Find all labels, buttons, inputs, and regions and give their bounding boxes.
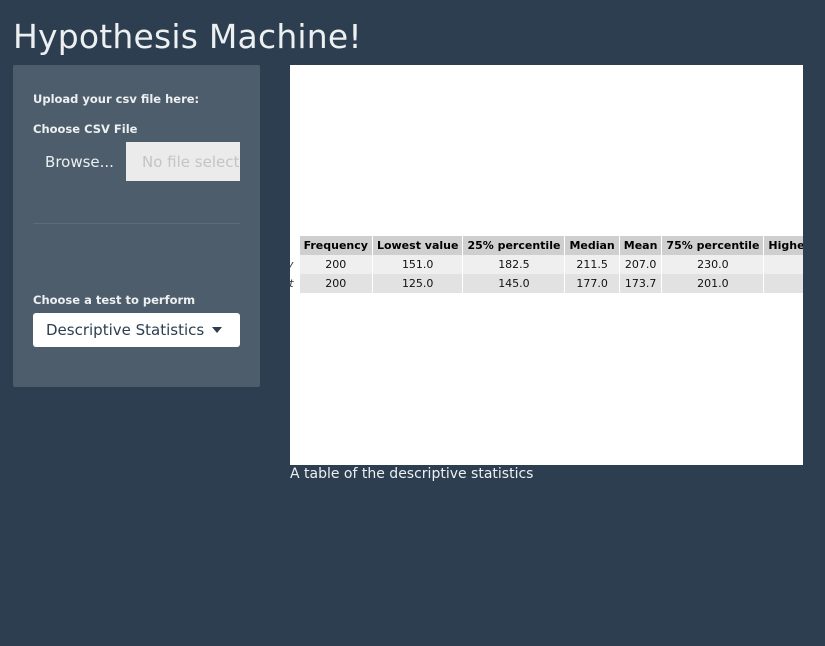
column-header: Frequency (299, 236, 373, 255)
column-header: Mean (619, 236, 663, 255)
descriptive-stats-table: Frequency Lowest value 25% percentile Me… (290, 236, 803, 293)
table-cell: 125.0 (372, 274, 464, 293)
table-caption: A table of the descriptive statistics (290, 466, 534, 482)
table-cell: 207.0 (619, 255, 663, 274)
file-name-field[interactable]: No file selected (126, 142, 240, 181)
table-row: Night 200 125.0 145.0 177.0 173.7 201.0 (290, 274, 803, 293)
table-panel: Frequency Lowest value 25% percentile Me… (290, 65, 803, 465)
table-cell: 182.5 (462, 255, 566, 274)
column-header: Median (564, 236, 620, 255)
upload-heading: Upload your csv file here: (33, 92, 200, 106)
table-cell: 200 (299, 255, 373, 274)
file-input-label: Choose CSV File (33, 122, 138, 136)
column-header: Lowest value (372, 236, 464, 255)
table-cell: 230.0 (661, 255, 765, 274)
test-select-label: Choose a test to perform (33, 293, 196, 307)
app-title: Hypothesis Machine! (13, 17, 362, 56)
column-header: Highest value (763, 236, 803, 255)
caret-down-icon (212, 327, 222, 333)
column-header: 75% percentile (661, 236, 765, 255)
sidebar-panel: Upload your csv file here: Choose CSV Fi… (13, 65, 260, 387)
table-cell: 200 (299, 274, 373, 293)
table-cell: 177.0 (564, 274, 620, 293)
row-label: Day (290, 255, 300, 274)
table-corner (290, 236, 300, 255)
test-select[interactable]: Descriptive Statistics (33, 313, 240, 347)
table-cell: 151.0 (372, 255, 464, 274)
table-cell: 145.0 (462, 274, 566, 293)
browse-button[interactable]: Browse... (33, 142, 126, 181)
table-header-row: Frequency Lowest value 25% percentile Me… (290, 236, 803, 255)
test-select-value: Descriptive Statistics (46, 321, 205, 339)
table-cell: 201.0 (661, 274, 765, 293)
row-label: Night (290, 274, 300, 293)
column-header: 25% percentile (462, 236, 566, 255)
table-cell (763, 255, 803, 274)
table-cell: 211.5 (564, 255, 620, 274)
sidebar-divider (33, 223, 240, 224)
table-row: Day 200 151.0 182.5 211.5 207.0 230.0 (290, 255, 803, 274)
table-cell: 173.7 (619, 274, 663, 293)
table-cell (763, 274, 803, 293)
